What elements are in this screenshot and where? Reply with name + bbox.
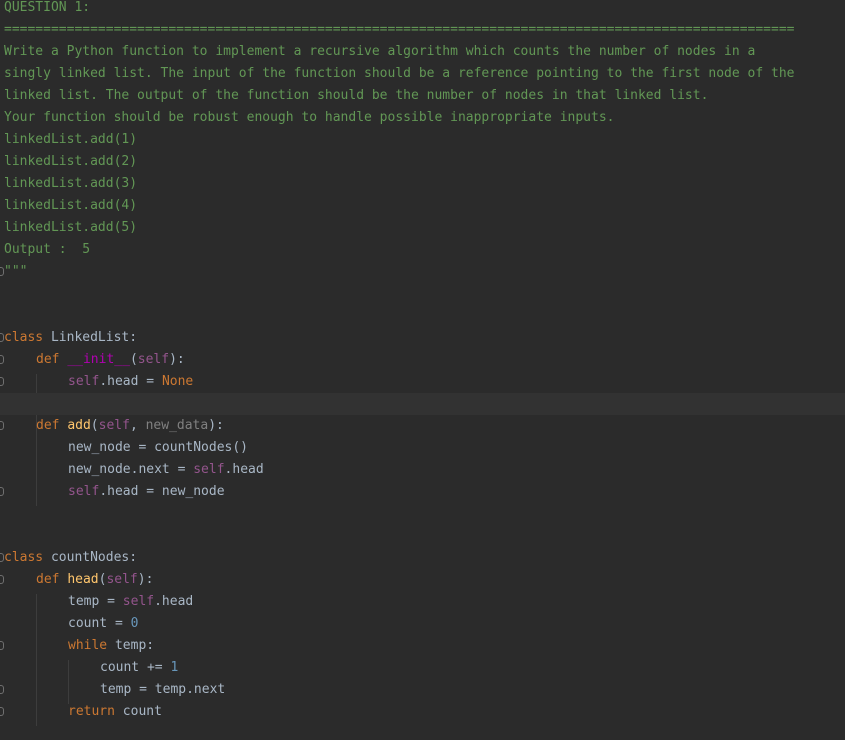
class-name: LinkedList: bbox=[43, 330, 138, 345]
current-line[interactable] bbox=[0, 393, 845, 415]
keyword: def bbox=[36, 418, 60, 433]
code-line: new_node.next = self.head bbox=[0, 459, 845, 481]
code-line: linkedList.add(4) bbox=[0, 195, 845, 217]
class-name: countNodes: bbox=[43, 550, 138, 565]
fold-marker-icon[interactable] bbox=[0, 575, 4, 584]
keyword: while bbox=[68, 638, 108, 653]
docstring-close: """ bbox=[4, 264, 28, 279]
punctuation: ): bbox=[169, 352, 185, 367]
code-line: class LinkedList: bbox=[0, 327, 845, 349]
keyword: class bbox=[4, 550, 44, 565]
none-keyword: None bbox=[161, 374, 194, 389]
code-line: linked list. The output of the function … bbox=[0, 85, 845, 107]
docstring-example: linkedList.add(2) bbox=[4, 154, 138, 169]
docstring-example: linkedList.add(5) bbox=[4, 220, 138, 235]
docstring-text: Write a Python function to implement a r… bbox=[4, 44, 756, 59]
keyword: return bbox=[68, 704, 115, 719]
self-keyword: self bbox=[68, 484, 100, 499]
self-keyword: self bbox=[122, 594, 155, 609]
code-line: def head(self): bbox=[0, 569, 845, 591]
docstring-example: linkedList.add(1) bbox=[4, 132, 138, 147]
docstring-text: singly linked list. The input of the fun… bbox=[4, 66, 795, 81]
code-line: self.head = None bbox=[0, 371, 845, 393]
statement: .head = new_node bbox=[99, 484, 225, 499]
attribute: .head bbox=[154, 594, 194, 609]
self-keyword: self bbox=[68, 374, 100, 389]
code-line: linkedList.add(3) bbox=[0, 173, 845, 195]
number-literal: 1 bbox=[170, 660, 179, 675]
code-line: linkedList.add(1) bbox=[0, 129, 845, 151]
code-line: linkedList.add(5) bbox=[0, 217, 845, 239]
fold-marker-icon[interactable] bbox=[0, 377, 4, 386]
statement: new_node.next = bbox=[68, 462, 194, 477]
statement: temp = temp.next bbox=[100, 682, 226, 697]
docstring-example: linkedList.add(3) bbox=[4, 176, 138, 191]
code-line: temp = temp.next bbox=[0, 679, 845, 701]
fold-marker-icon[interactable] bbox=[0, 487, 4, 496]
fold-marker-icon[interactable] bbox=[0, 707, 4, 716]
self-keyword: self bbox=[137, 352, 170, 367]
statement: count = bbox=[68, 616, 131, 631]
number-literal: 0 bbox=[130, 616, 139, 631]
code-line: class countNodes: bbox=[0, 547, 845, 569]
self-keyword: self bbox=[98, 418, 130, 433]
return-value: count bbox=[114, 704, 162, 719]
code-line: def add(self, new_data): bbox=[0, 415, 845, 437]
self-keyword: self bbox=[106, 572, 138, 587]
docstring-title: QUESTION 1: bbox=[4, 0, 91, 15]
punctuation: ): bbox=[137, 572, 154, 587]
code-line: QUESTION 1: bbox=[0, 0, 845, 19]
function-name: __init__ bbox=[67, 352, 130, 367]
code-line: new_node = countNodes() bbox=[0, 437, 845, 459]
code-line: count = 0 bbox=[0, 613, 845, 635]
self-keyword: self bbox=[193, 462, 225, 477]
fold-marker-icon[interactable] bbox=[0, 421, 4, 430]
fold-marker-icon[interactable] bbox=[0, 685, 4, 694]
code-editor[interactable]: QUESTION 1: ============================… bbox=[0, 0, 845, 740]
code-line: temp = self.head bbox=[0, 591, 845, 613]
statement: count += bbox=[100, 660, 171, 675]
fold-marker-icon[interactable] bbox=[0, 641, 4, 650]
code-line: count += 1 bbox=[0, 657, 845, 679]
punctuation: , bbox=[129, 418, 146, 433]
code-line: ========================================… bbox=[0, 19, 845, 41]
code-line: linkedList.add(2) bbox=[0, 151, 845, 173]
function-name: head bbox=[67, 572, 99, 587]
punctuation: ( bbox=[90, 418, 99, 433]
docstring-output: Output : 5 bbox=[4, 242, 91, 257]
code-line: singly linked list. The input of the fun… bbox=[0, 63, 845, 85]
attribute: .head bbox=[224, 462, 264, 477]
code-line: Output : 5 bbox=[0, 239, 845, 261]
code-line: def __init__(self): bbox=[0, 349, 845, 371]
keyword: def bbox=[36, 352, 60, 367]
code-line: while temp: bbox=[0, 635, 845, 657]
keyword: def bbox=[36, 572, 60, 587]
code-line: """ bbox=[0, 261, 845, 283]
docstring-rule: ========================================… bbox=[4, 22, 795, 37]
keyword: class bbox=[4, 330, 44, 345]
attribute-assign: .head = bbox=[99, 374, 162, 389]
function-name: add bbox=[67, 418, 91, 433]
punctuation: ): bbox=[208, 418, 224, 433]
code-line: Your function should be robust enough to… bbox=[0, 107, 845, 129]
docstring-text: linked list. The output of the function … bbox=[4, 88, 709, 103]
condition: temp: bbox=[107, 638, 155, 653]
code-line: self.head = new_node bbox=[0, 481, 845, 503]
statement: temp = bbox=[68, 594, 123, 609]
fold-marker-icon[interactable] bbox=[0, 355, 4, 364]
docstring-text: Your function should be robust enough to… bbox=[4, 110, 615, 125]
docstring-example: linkedList.add(4) bbox=[4, 198, 138, 213]
code-line: return count bbox=[0, 701, 845, 723]
code-line: Write a Python function to implement a r… bbox=[0, 41, 845, 63]
statement: new_node = countNodes() bbox=[68, 440, 249, 455]
punctuation: ( bbox=[129, 352, 138, 367]
parameter: new_data bbox=[145, 418, 209, 433]
